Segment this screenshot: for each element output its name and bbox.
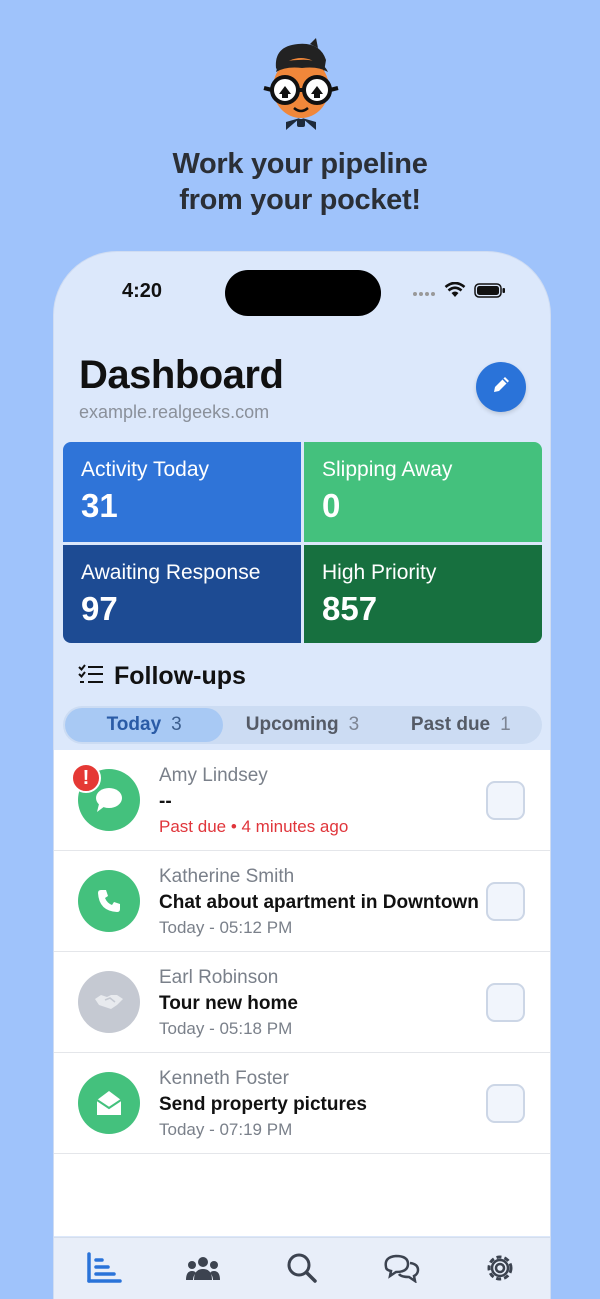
list-item[interactable]: Katherine Smith Chat about apartment in …: [54, 851, 550, 952]
status-time: 4:20: [122, 280, 163, 302]
stat-label: High Priority: [322, 561, 437, 584]
tab-label: Upcoming: [245, 714, 339, 735]
checklist-icon: [78, 663, 104, 690]
list-item[interactable]: Earl Robinson Tour new home Today - 05:1…: [54, 952, 550, 1053]
geek-mascot-logo: [258, 38, 344, 130]
handshake-icon: [78, 971, 140, 1033]
tab-past-due[interactable]: Past due 1: [382, 708, 540, 742]
site-url: example.realgeeks.com: [79, 402, 270, 422]
followup-time: Today - 05:18 PM: [159, 1019, 293, 1038]
tab-upcoming[interactable]: Upcoming 3: [223, 708, 381, 742]
edit-button[interactable]: [476, 362, 526, 412]
complete-checkbox[interactable]: [486, 1084, 525, 1123]
stat-value: 31: [81, 487, 118, 524]
cellular-signal-icon: [412, 284, 436, 302]
followups-title: Follow-ups: [114, 662, 246, 690]
followups-header: Follow-ups: [78, 662, 246, 691]
status-icons: [412, 281, 506, 303]
followup-subject: Tour new home: [159, 993, 298, 1014]
chat-bubbles-icon: [382, 1253, 420, 1288]
followup-subject: --: [159, 791, 172, 812]
tab-count: 3: [171, 714, 182, 735]
battery-icon: [474, 282, 506, 303]
complete-checkbox[interactable]: [486, 781, 525, 820]
search-icon: [286, 1252, 318, 1289]
tab-bar-search[interactable]: [282, 1252, 322, 1288]
dynamic-island: [225, 270, 381, 316]
stat-label: Activity Today: [81, 458, 209, 481]
followup-time: Today - 05:12 PM: [159, 918, 293, 937]
tab-bar-leads[interactable]: [183, 1252, 223, 1288]
stat-value: 0: [322, 487, 341, 524]
alert-badge: !: [71, 763, 101, 793]
stats-grid: Activity Today 31 Slipping Away 0 Awaiti…: [63, 442, 542, 643]
phone-screen: 4:20 Dashboard example.realgeeks.com Act…: [53, 251, 551, 1299]
followup-time: Today - 07:19 PM: [159, 1120, 293, 1139]
tab-label: Past due: [410, 714, 491, 735]
complete-checkbox[interactable]: [486, 983, 525, 1022]
pencil-icon: [490, 374, 512, 401]
bottom-tab-bar: [54, 1237, 550, 1299]
phone-icon: [78, 870, 140, 932]
tab-today[interactable]: Today 3: [65, 708, 224, 742]
item-text: Kenneth Foster Send property pictures To…: [159, 1067, 367, 1141]
complete-checkbox[interactable]: [486, 882, 525, 921]
gear-icon: [484, 1252, 516, 1289]
list-item[interactable]: Kenneth Foster Send property pictures To…: [54, 1053, 550, 1154]
stat-label: Slipping Away: [322, 458, 453, 481]
promo-tagline: Work your pipeline from your pocket!: [0, 146, 600, 218]
item-text: Earl Robinson Tour new home Today - 05:1…: [159, 966, 298, 1040]
stat-tile-activity-today[interactable]: Activity Today 31: [63, 442, 301, 542]
stat-tile-high-priority[interactable]: High Priority 857: [304, 545, 542, 643]
tagline-line-2: from your pocket!: [179, 184, 421, 216]
wifi-icon: [444, 281, 466, 303]
followup-time: Past due • 4 minutes ago: [159, 817, 349, 836]
contact-name: Earl Robinson: [159, 967, 279, 988]
bar-chart-icon: [86, 1251, 122, 1289]
stat-tile-awaiting-response[interactable]: Awaiting Response 97: [63, 545, 301, 643]
page-title: Dashboard: [79, 353, 284, 397]
open-envelope-icon: [78, 1072, 140, 1134]
item-text: Katherine Smith Chat about apartment in …: [159, 865, 479, 939]
dashboard-header: Dashboard example.realgeeks.com: [79, 352, 526, 422]
contact-name: Kenneth Foster: [159, 1068, 289, 1089]
followups-list: ! Amy Lindsey -- Past due • 4 minutes ag…: [54, 750, 550, 1236]
followups-tabs: Today 3 Upcoming 3 Past due 1: [63, 706, 542, 744]
tab-bar-settings[interactable]: [480, 1252, 520, 1288]
stat-value: 857: [322, 590, 378, 627]
list-item[interactable]: ! Amy Lindsey -- Past due • 4 minutes ag…: [54, 750, 550, 851]
tab-bar-dashboard[interactable]: [84, 1251, 124, 1289]
tagline-line-1: Work your pipeline: [172, 148, 428, 180]
tab-label: Today: [106, 714, 162, 735]
contact-name: Amy Lindsey: [159, 765, 268, 786]
item-text: Amy Lindsey -- Past due • 4 minutes ago: [159, 764, 348, 838]
stat-label: Awaiting Response: [81, 561, 261, 584]
contact-name: Katherine Smith: [159, 866, 295, 887]
tab-count: 1: [500, 714, 511, 735]
people-icon: [185, 1254, 221, 1287]
stat-tile-slipping-away[interactable]: Slipping Away 0: [304, 442, 542, 542]
tab-count: 3: [348, 714, 360, 735]
tab-bar-messages[interactable]: [381, 1252, 421, 1288]
followup-subject: Chat about apartment in Downtown: [159, 892, 479, 913]
followup-subject: Send property pictures: [159, 1094, 367, 1115]
status-bar: 4:20: [54, 252, 550, 332]
stat-value: 97: [81, 590, 118, 627]
